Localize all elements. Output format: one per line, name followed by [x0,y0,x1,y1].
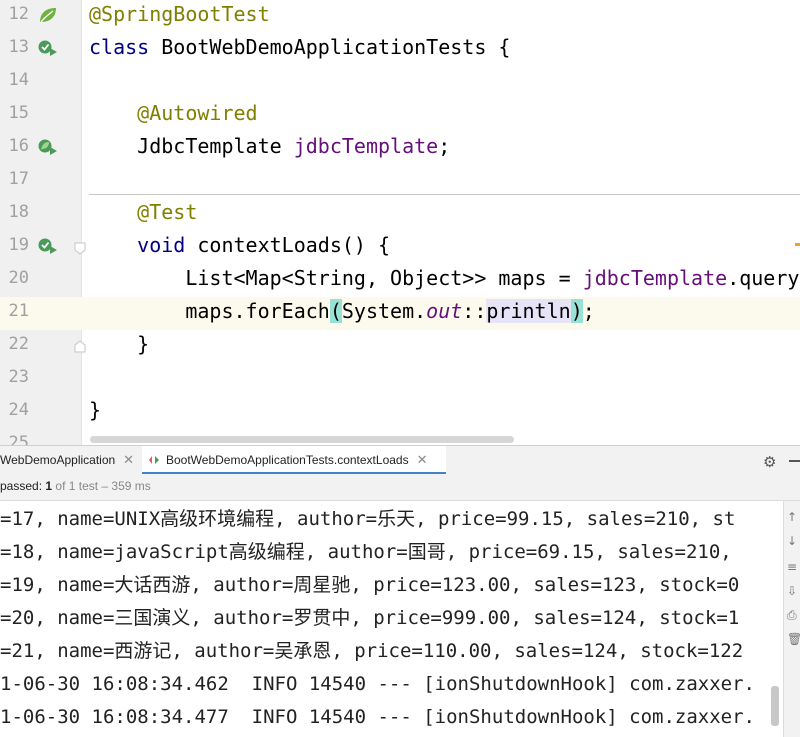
console-line: 1-06-30 16:08:34.477 INFO 14540 --- [ion… [0,706,755,728]
line-number: 22 [8,334,29,354]
test-status-bar: passed: 1 of 1 test – 359 ms [0,474,800,501]
run-config-icon [148,447,160,475]
horizontal-scrollbar-thumb[interactable] [90,436,514,443]
line-number: 17 [8,169,29,189]
code-line-15[interactable]: 15 @Autowired [0,99,800,132]
run-tool-window-tabs: WebDemoApplication ✕ BootWebDemoApplicati… [0,445,800,475]
line-number: 23 [8,367,29,387]
status-passed-label: passed: [0,479,46,493]
fold-icon[interactable] [73,240,87,255]
line-number: 14 [8,70,29,90]
spring-leaf-icon [37,5,59,25]
down-arrow-icon[interactable]: ↓ [787,535,799,547]
code-editor[interactable]: 12 @SpringBootTest 13 class BootWebDemoA… [0,0,800,445]
line-number: 13 [8,37,29,57]
code-line-19[interactable]: 19 void contextLoads() { [0,231,800,264]
tab-test-context-loads[interactable]: BootWebDemoApplicationTests.contextLoads… [142,446,446,475]
soft-wrap-icon[interactable]: ≡ [787,561,799,573]
line-number: 20 [8,268,29,288]
line-number: 21 [8,301,29,321]
code-line-23[interactable]: 23 [0,363,800,396]
tab-run-application[interactable]: WebDemoApplication ✕ [0,446,134,475]
line-number: 19 [8,235,29,255]
console-line: =17, name=UNIX高级环境编程, author=乐天, price=9… [0,508,736,530]
line-number: 16 [8,136,29,156]
tab-label: WebDemoApplication [0,453,116,467]
fold-end-icon[interactable] [73,339,87,353]
status-duration: – 359 ms [98,479,151,493]
code-text: JdbcTemplate jdbcTemplate; [137,134,451,158]
navigate-bean-icon[interactable] [37,137,59,157]
code-line-13[interactable]: 13 class BootWebDemoApplicationTests { [0,33,800,66]
code-line-17[interactable]: 17 [0,165,800,198]
console-scrollbar-thumb[interactable] [771,686,779,726]
tab-label: BootWebDemoApplicationTests.contextLoads [166,453,409,467]
code-text: @Autowired [89,101,258,125]
gear-icon[interactable]: ⚙ [763,453,776,471]
console-line: =18, name=javaScript高级编程, author=国哥, pri… [0,541,744,563]
code-line-16[interactable]: 16 JdbcTemplate jdbcTemplate; [0,132,800,165]
console-line: =19, name=大话西游, author=周星驰, price=123.00… [0,574,740,596]
console-line: =21, name=西游记, author=吴承恩, price=110.00,… [0,640,744,662]
code-text: } [89,398,102,422]
console-line: 1-06-30 16:08:34.462 INFO 14540 --- [ion… [0,673,755,695]
line-number: 25 [8,433,29,445]
console-line: =20, name=三国演义, author=罗贯中, price=999.00… [0,607,740,629]
code-line-14[interactable]: 14 [0,66,800,99]
line-number: 18 [8,202,29,222]
code-line-22[interactable]: 22 } [0,330,800,363]
code-line-18[interactable]: 18 @Test [0,198,800,231]
up-arrow-icon[interactable]: ↑ [787,511,799,523]
print-icon[interactable]: ⎙ [787,609,799,621]
code-text: @SpringBootTest [89,2,270,26]
scroll-to-end-icon[interactable]: ⇩ [787,585,799,597]
close-icon[interactable]: ✕ [417,452,428,467]
console-output[interactable]: =17, name=UNIX高级环境编程, author=乐天, price=9… [0,501,783,737]
line-number: 15 [8,103,29,123]
run-test-gutter-icon[interactable] [37,236,59,256]
line-number: 12 [8,4,29,24]
code-text: @Test [89,200,198,224]
line-number: 24 [8,400,29,420]
trash-icon[interactable]: 🗑 [787,633,800,645]
code-text: class BootWebDemoApplicationTests { [89,35,511,59]
warning-stripe-marker[interactable] [795,243,800,246]
console-toolbar: ↑ ↓ ≡ ⇩ ⎙ 🗑 [783,501,800,737]
code-line-21[interactable]: 21 maps.forEach(System.out::println); [0,297,800,330]
code-line-12[interactable]: 12 @SpringBootTest [0,0,800,33]
code-line-20[interactable]: 20 List<Map<String, Object>> maps = jdbc… [0,264,800,297]
code-text: maps.forEach(System.out::println); [89,299,595,323]
code-line-24[interactable]: 24 } [0,396,800,429]
code-text: void contextLoads() { [137,233,391,257]
code-text: List<Map<String, Object>> maps = jdbcTem… [89,266,800,290]
close-icon[interactable]: ✕ [123,452,134,467]
minimize-icon[interactable] [789,460,800,462]
status-total: of 1 test [52,479,99,493]
run-test-gutter-icon[interactable] [37,38,59,58]
code-text: } [89,332,150,356]
